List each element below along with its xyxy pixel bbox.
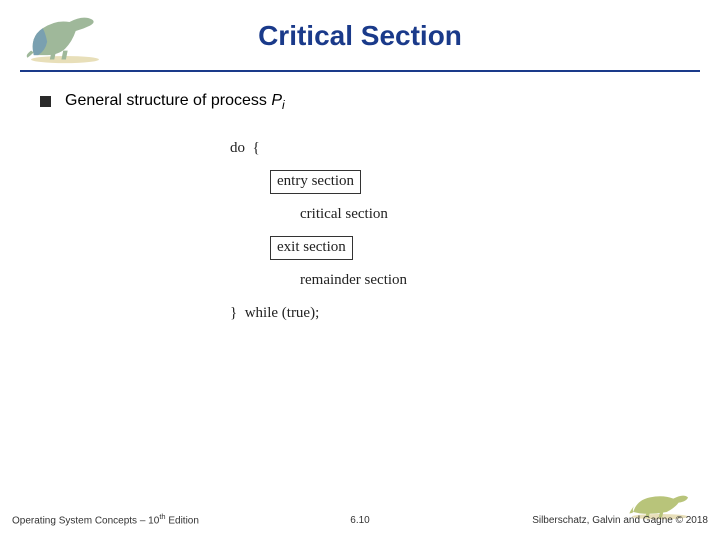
bullet-square-icon bbox=[40, 96, 51, 107]
footer-right: Silberschatz, Galvin and Gagne © 2018 bbox=[532, 515, 708, 526]
bullet-item: General structure of process Pi bbox=[40, 92, 680, 112]
process-var: P bbox=[271, 92, 282, 109]
code-do: do { bbox=[230, 132, 490, 165]
bullet-prefix: General structure of process bbox=[65, 92, 271, 109]
page-title: Critical Section bbox=[20, 20, 700, 52]
entry-section-box: entry section bbox=[270, 170, 361, 194]
code-entry-row: entry section bbox=[230, 165, 490, 198]
slide-header: Critical Section bbox=[20, 0, 700, 72]
code-remainder: remainder section bbox=[230, 264, 490, 297]
bullet-text: General structure of process Pi bbox=[65, 92, 285, 112]
code-critical: critical section bbox=[230, 198, 490, 231]
exit-section-box: exit section bbox=[270, 236, 353, 260]
content-area: General structure of process Pi do { ent… bbox=[0, 72, 720, 330]
code-exit-row: exit section bbox=[230, 231, 490, 264]
code-figure: do { entry section critical section exit… bbox=[230, 132, 490, 330]
code-while: } while (true); bbox=[230, 297, 490, 330]
slide-footer: Operating System Concepts – 10th Edition… bbox=[0, 492, 720, 532]
process-sub: i bbox=[282, 98, 285, 112]
